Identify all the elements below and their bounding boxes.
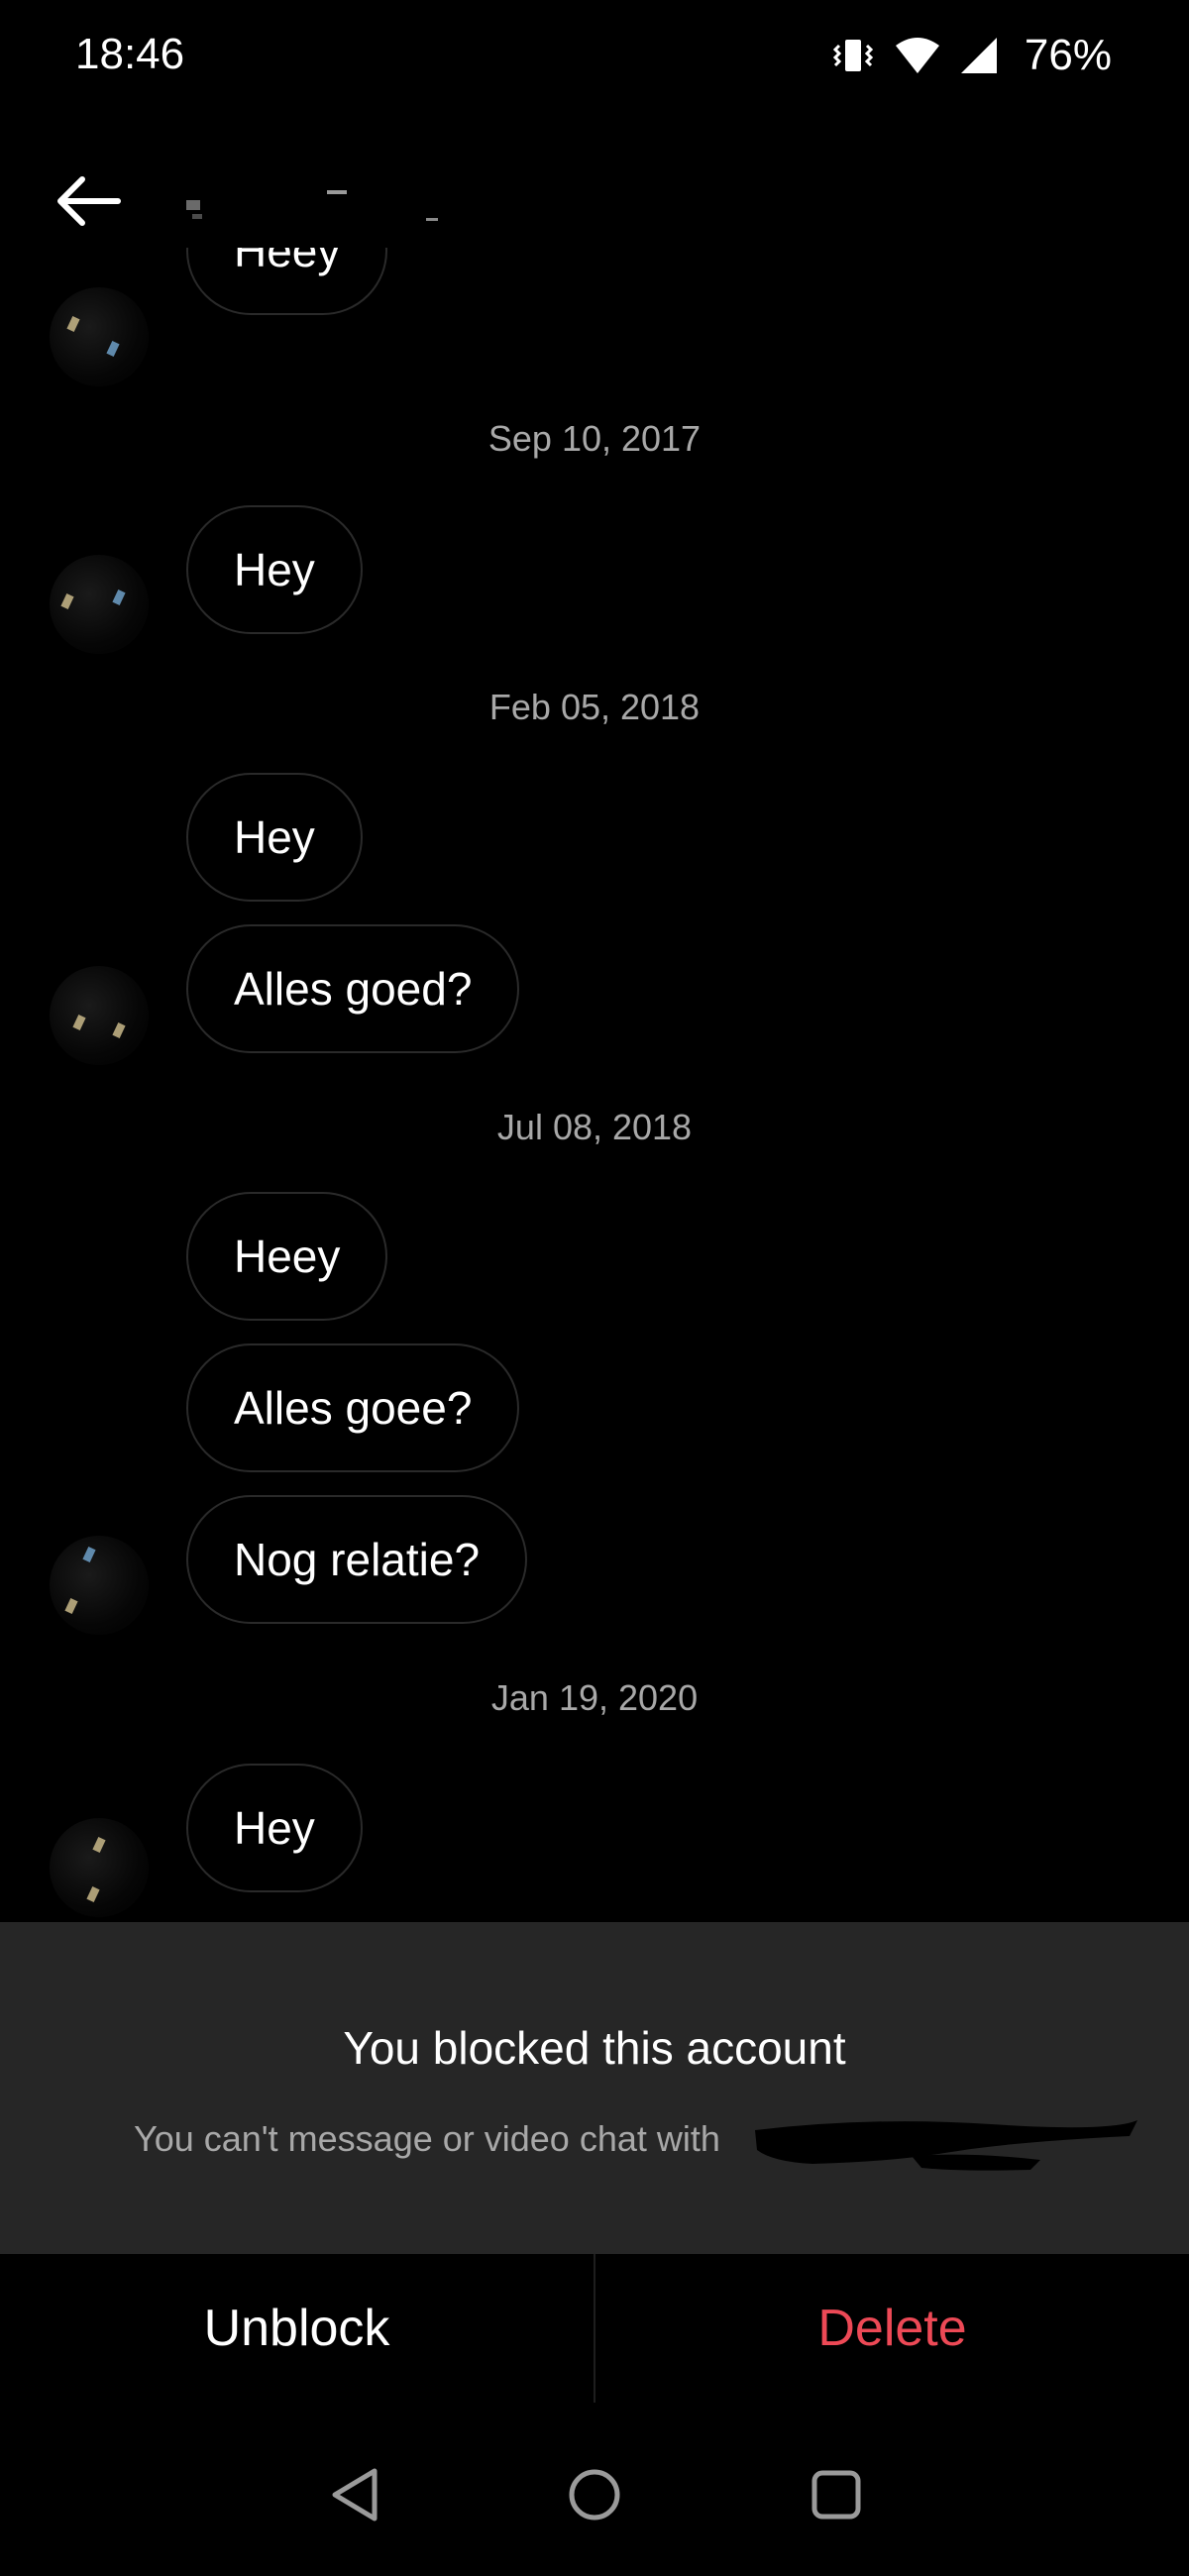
status-time: 18:46 — [75, 30, 185, 78]
blocked-subtitle: You can't message or video chat with — [134, 2118, 720, 2159]
delete-button[interactable]: Delete — [595, 2254, 1189, 2403]
message-text: Hey — [234, 811, 315, 863]
message-bubble[interactable]: Alles goed? — [186, 924, 520, 1053]
message-list[interactable]: Heey Sep 10, 2017 Hey Feb 05, 2018 Hey A… — [0, 248, 1189, 1922]
nav-recents-icon — [809, 2467, 864, 2527]
message-bubble[interactable]: Hey — [186, 505, 363, 634]
date-separator: Feb 05, 2018 — [488, 687, 701, 727]
message-text: Heey — [234, 1231, 341, 1282]
status-bar: 18:46 76% — [0, 0, 1189, 109]
signal-icon — [959, 36, 999, 75]
nav-recents-button[interactable] — [797, 2457, 876, 2536]
message-text: Hey — [234, 1802, 315, 1854]
vibrate-icon — [830, 36, 876, 75]
unblock-button[interactable]: Unblock — [0, 2254, 594, 2403]
chat-header — [0, 149, 1189, 258]
date-separator: Jan 19, 2020 — [490, 1677, 699, 1718]
blocked-actions: Unblock Delete — [0, 2254, 1189, 2403]
redacted-username — [753, 2112, 1139, 2172]
avatar[interactable] — [50, 555, 149, 654]
message-bubble[interactable]: Hey — [186, 1764, 363, 1892]
message-bubble[interactable]: Heey — [186, 1192, 388, 1321]
nav-home-button[interactable] — [555, 2457, 634, 2536]
date-separator: Sep 10, 2017 — [487, 418, 702, 459]
date-separator: Jul 08, 2018 — [496, 1107, 693, 1147]
status-icons: 76% — [830, 28, 1112, 83]
battery-level: 76% — [1024, 31, 1112, 79]
nav-back-button[interactable] — [315, 2457, 394, 2536]
avatar[interactable] — [50, 287, 149, 386]
nav-back-icon — [327, 2465, 382, 2529]
wifi-icon — [894, 36, 941, 75]
avatar[interactable] — [50, 966, 149, 1065]
message-text: Alles goed? — [234, 963, 473, 1015]
contact-name-redacted[interactable] — [178, 178, 456, 238]
message-text: Nog relatie? — [234, 1534, 481, 1585]
message-bubble[interactable]: Nog relatie? — [186, 1495, 528, 1624]
back-button[interactable] — [48, 168, 127, 238]
message-bubble[interactable]: Alles goee? — [186, 1343, 520, 1472]
message-text: Heey — [234, 248, 341, 276]
blocked-title: You blocked this account — [343, 2022, 846, 2074]
avatar[interactable] — [50, 1818, 149, 1917]
avatar[interactable] — [50, 1536, 149, 1635]
message-bubble[interactable]: Heey — [186, 248, 388, 315]
arrow-left-icon — [53, 175, 122, 231]
blocked-notice: You blocked this account You can't messa… — [0, 1922, 1189, 2254]
nav-home-icon — [565, 2465, 624, 2529]
message-text: Hey — [234, 544, 315, 595]
message-bubble[interactable]: Hey — [186, 773, 363, 902]
message-text: Alles goee? — [234, 1382, 473, 1434]
system-nav-bar — [0, 2417, 1189, 2556]
